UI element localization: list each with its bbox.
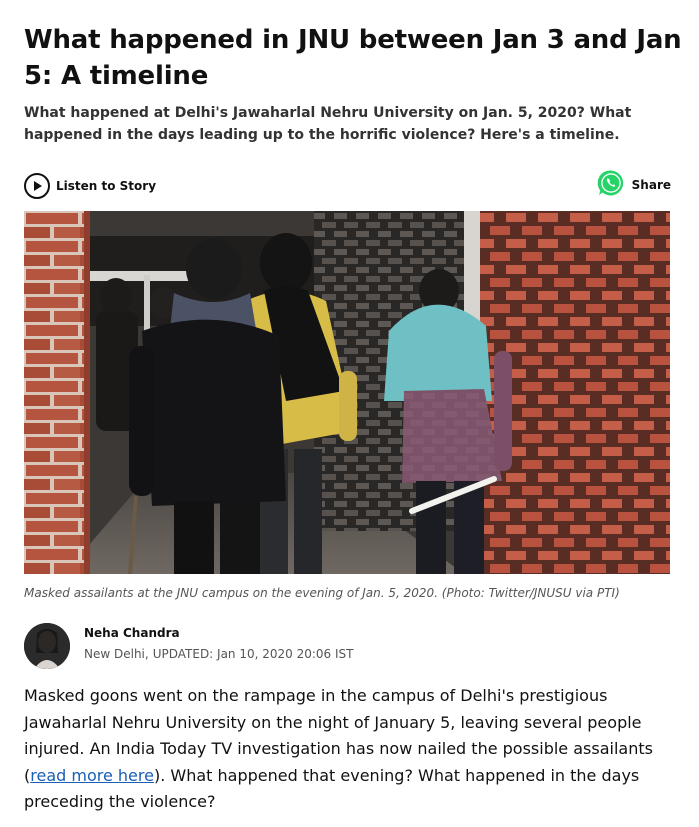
article-summary: What happened at Delhi's Jawaharlal Nehr… (24, 105, 632, 143)
listen-to-story-button[interactable]: Listen to Story (24, 173, 156, 199)
author-location: New Delhi, (84, 647, 149, 661)
avatar[interactable] (24, 623, 70, 669)
headline: What happened in JNU between Jan 3 and J… (24, 25, 682, 91)
hero-image (24, 211, 670, 574)
whatsapp-icon (596, 168, 626, 202)
article-body: Masked goons went on the rampage in the … (24, 683, 664, 816)
author-meta: New Delhi, UPDATED: Jan 10, 2020 20:06 I… (84, 647, 354, 661)
updated-timestamp: UPDATED: Jan 10, 2020 20:06 IST (152, 647, 354, 661)
play-circle-icon (24, 173, 50, 199)
image-caption: Masked assailants at the JNU campus on t… (24, 586, 620, 600)
read-more-link[interactable]: read more here (30, 766, 154, 785)
author-name[interactable]: Neha Chandra (84, 626, 180, 640)
listen-label: Listen to Story (56, 179, 157, 193)
share-label: Share (631, 178, 671, 192)
share-button[interactable]: Share (596, 170, 671, 200)
